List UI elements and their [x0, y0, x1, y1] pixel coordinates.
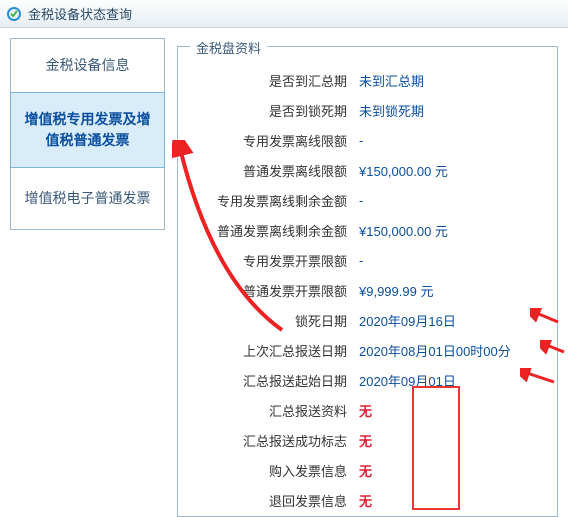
row-value: 未到汇总期 — [357, 71, 543, 90]
main-area: 金税设备信息 增值税专用发票及增值税普通发票 增值税电子普通发票 金税盘资料 是… — [0, 28, 568, 517]
window-titlebar: 金税设备状态查询 — [0, 0, 568, 28]
row-value: ¥150,000.00 元 — [357, 221, 543, 240]
data-row: 普通发票离线剩余金额¥150,000.00 元 — [192, 215, 543, 245]
tab-label: 金税设备信息 — [46, 57, 130, 73]
row-value: - — [357, 193, 543, 208]
data-row: 汇总报送起始日期2020年09月01日 — [192, 365, 543, 395]
content-panel: 金税盘资料 是否到汇总期未到汇总期是否到锁死期未到锁死期专用发票离线限额-普通发… — [177, 38, 558, 517]
sidebar: 金税设备信息 增值税专用发票及增值税普通发票 增值税电子普通发票 — [10, 38, 165, 517]
row-value: 无 — [357, 401, 543, 420]
tab-label: 增值税电子普通发票 — [25, 190, 151, 206]
data-row: 普通发票开票限额¥9,999.99 元 — [192, 275, 543, 305]
tab-device-info[interactable]: 金税设备信息 — [10, 38, 165, 93]
row-value: 未到锁死期 — [357, 101, 543, 120]
data-row: 汇总报送成功标志无 — [192, 425, 543, 455]
fieldset-legend: 金税盘资料 — [190, 38, 267, 57]
row-value: ¥9,999.99 元 — [357, 281, 543, 300]
row-value: 2020年09月01日 — [357, 371, 543, 390]
row-label: 专用发票开票限额 — [192, 251, 357, 270]
data-row: 退回发票信息无 — [192, 485, 543, 515]
data-rows: 是否到汇总期未到汇总期是否到锁死期未到锁死期专用发票离线限额-普通发票离线限额¥… — [192, 65, 543, 515]
row-value: - — [357, 253, 543, 268]
row-label: 上次汇总报送日期 — [192, 341, 357, 360]
row-label: 是否到锁死期 — [192, 101, 357, 120]
row-label: 购入发票信息 — [192, 461, 357, 480]
row-label: 退回发票信息 — [192, 491, 357, 510]
row-value: 无 — [357, 431, 543, 450]
data-row: 普通发票离线限额¥150,000.00 元 — [192, 155, 543, 185]
row-value: 无 — [357, 491, 543, 510]
row-label: 汇总报送起始日期 — [192, 371, 357, 390]
data-row: 汇总报送资料无 — [192, 395, 543, 425]
data-row: 上次汇总报送日期2020年08月01日00时00分 — [192, 335, 543, 365]
row-value: - — [357, 133, 543, 148]
tab-vat-electronic[interactable]: 增值税电子普通发票 — [10, 167, 165, 230]
row-label: 专用发票离线限额 — [192, 131, 357, 150]
data-row: 购入发票信息无 — [192, 455, 543, 485]
golden-tax-fieldset: 金税盘资料 是否到汇总期未到汇总期是否到锁死期未到锁死期专用发票离线限额-普通发… — [177, 46, 558, 517]
row-label: 汇总报送成功标志 — [192, 431, 357, 450]
data-row: 锁死日期2020年09月16日 — [192, 305, 543, 335]
row-label: 锁死日期 — [192, 311, 357, 330]
row-label: 汇总报送资料 — [192, 401, 357, 420]
row-label: 普通发票开票限额 — [192, 281, 357, 300]
row-value: 无 — [357, 461, 543, 480]
tab-vat-special-normal[interactable]: 增值税专用发票及增值税普通发票 — [10, 92, 165, 168]
row-value: 2020年09月16日 — [357, 311, 543, 330]
window-title: 金税设备状态查询 — [28, 4, 132, 23]
data-row: 专用发票离线限额- — [192, 125, 543, 155]
data-row: 专用发票离线剩余金额- — [192, 185, 543, 215]
tab-label: 增值税专用发票及增值税普通发票 — [25, 111, 151, 148]
row-label: 普通发票离线剩余金额 — [192, 221, 357, 240]
row-label: 普通发票离线限额 — [192, 161, 357, 180]
data-row: 专用发票开票限额- — [192, 245, 543, 275]
row-label: 专用发票离线剩余金额 — [192, 191, 357, 210]
app-icon — [6, 6, 22, 22]
data-row: 是否到锁死期未到锁死期 — [192, 95, 543, 125]
row-label: 是否到汇总期 — [192, 71, 357, 90]
data-row: 是否到汇总期未到汇总期 — [192, 65, 543, 95]
row-value: 2020年08月01日00时00分 — [357, 341, 543, 360]
row-value: ¥150,000.00 元 — [357, 161, 543, 180]
